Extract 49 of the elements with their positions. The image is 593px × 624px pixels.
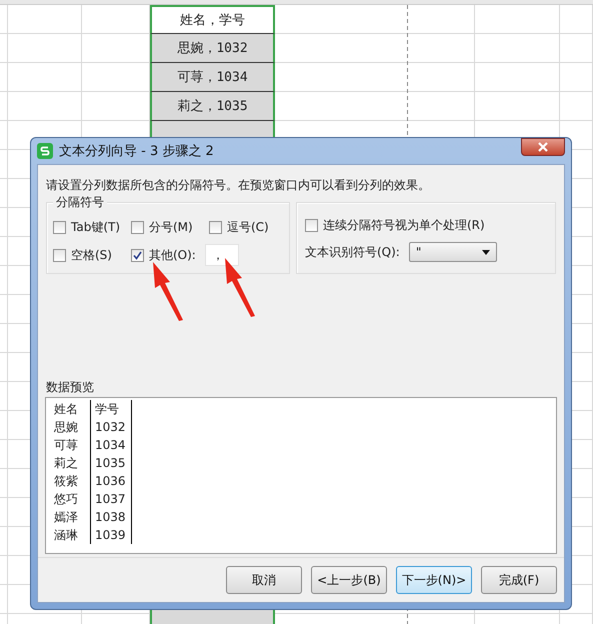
field-label: 文本识别符号(Q): <box>305 244 400 260</box>
preview-cell-text: 嫣泽 <box>54 509 79 526</box>
preview-cell-text: 学号 <box>95 401 120 418</box>
preview-cell-text: 思婉 <box>54 419 79 436</box>
instruction-text: 请设置分列数据所包含的分隔符号。在预览窗口内可以看到分列的效果。 <box>46 177 431 194</box>
group-title: 分隔符号 <box>53 194 107 211</box>
input-field[interactable]: ， <box>204 244 239 266</box>
table-cell: 莉之，1035 <box>150 92 275 121</box>
preview-cell-text: 1034 <box>95 437 127 454</box>
preview-cell-text: 1035 <box>95 455 127 472</box>
dialog-button[interactable]: <上一步(B) <box>311 566 387 594</box>
window-title: 文本分列向导 - 3 步骤之 2 <box>59 143 215 160</box>
dialog-button[interactable]: 取消 <box>226 566 302 594</box>
dropdown[interactable]: " <box>408 242 497 262</box>
preview-cell-text: 涵琳 <box>54 527 79 544</box>
checkbox-label: 连续分隔符号视为单个处理(R) <box>323 217 485 234</box>
preview-cell-text: 1039 <box>95 527 127 544</box>
checkbox-label: 空格(S) <box>71 246 112 264</box>
close-button[interactable] <box>521 138 565 156</box>
checkbox[interactable] <box>305 219 318 232</box>
checkbox[interactable] <box>131 221 144 234</box>
preview-cell-text: 悠巧 <box>54 491 79 508</box>
app-icon <box>37 143 53 159</box>
caret-icon <box>482 250 490 254</box>
checkbox-label: 其他(O): <box>149 246 196 264</box>
annotation-arrow <box>153 262 183 321</box>
table-cell: 可荨，1034 <box>150 63 275 92</box>
preview-cell-text: 1038 <box>95 509 127 526</box>
checkbox[interactable] <box>53 248 66 262</box>
table-cell: 姓名，学号 <box>150 5 275 34</box>
checkbox[interactable] <box>209 221 222 234</box>
checkbox[interactable] <box>53 221 66 234</box>
checkbox-label: Tab键(T) <box>71 219 120 236</box>
annotation-arrow <box>225 258 255 317</box>
preview-cell-text: 1037 <box>95 491 127 508</box>
checkbox-label: 逗号(C) <box>227 219 269 236</box>
checkbox-label: 分号(M) <box>149 219 193 236</box>
preview-cell-text: 1032 <box>95 419 127 436</box>
table-cell: 思婉，1032 <box>150 34 275 63</box>
preview-cell-text: 莉之 <box>54 455 79 472</box>
preview-cell-text: 1036 <box>95 473 127 490</box>
dialog-button[interactable]: 下一步(N)> <box>396 566 472 594</box>
close-icon <box>537 142 549 152</box>
checkbox[interactable] <box>131 248 144 262</box>
dialog-button[interactable]: 完成(F) <box>481 566 557 594</box>
preview-title: 数据预览 <box>46 379 95 396</box>
preview-cell-text: 姓名 <box>54 401 79 418</box>
preview-cell-text: 可荨 <box>54 437 79 454</box>
preview-cell-text: 筱紫 <box>54 473 79 490</box>
